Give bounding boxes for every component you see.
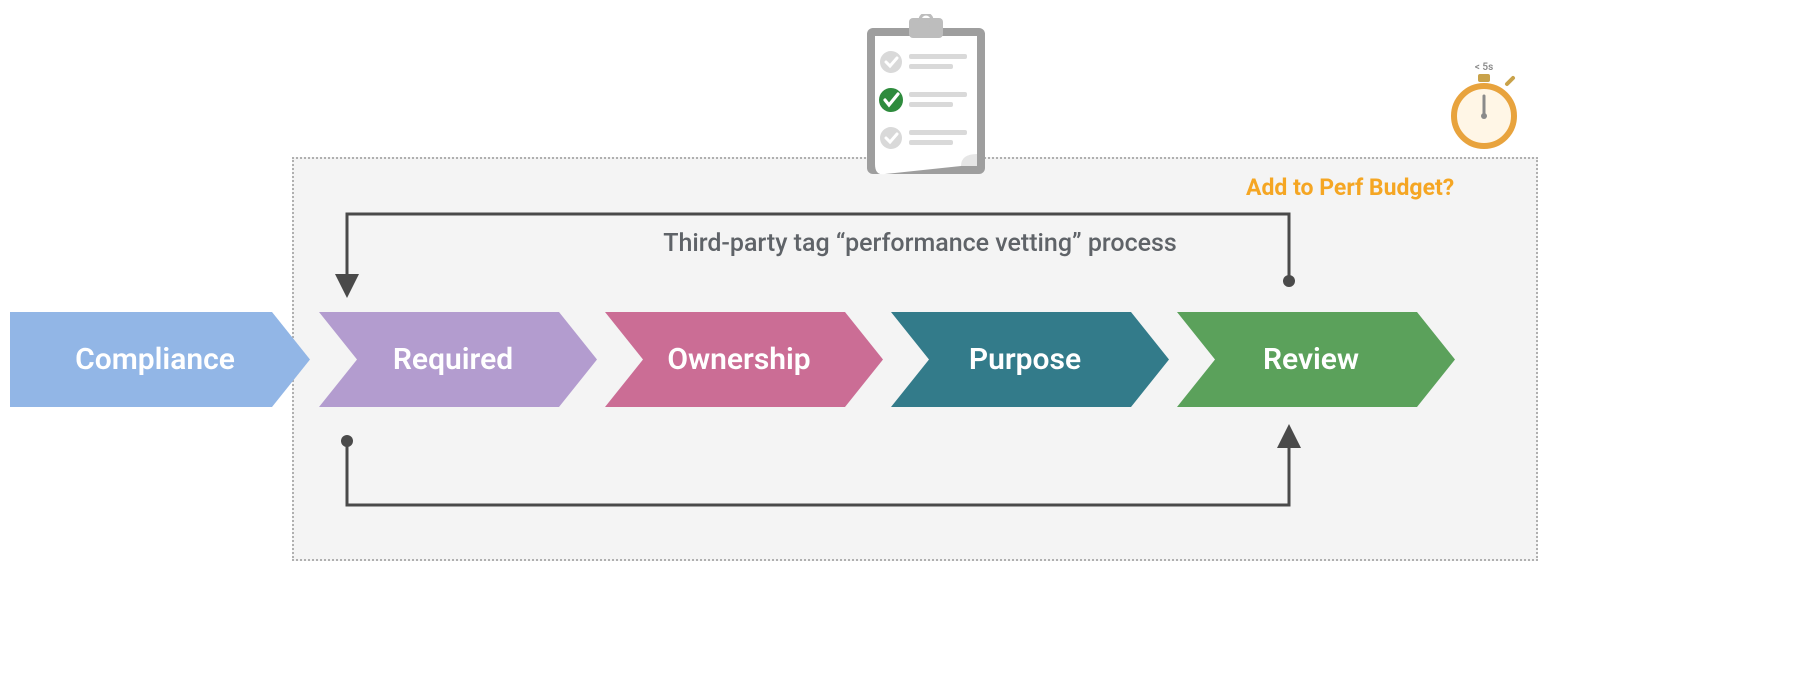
step-purpose: Purpose (891, 312, 1169, 407)
step-label: Ownership (667, 342, 820, 377)
step-label: Required (393, 342, 523, 377)
stopwatch-icon: < 5s (1445, 60, 1523, 150)
checklist-clipboard-icon (861, 14, 991, 184)
diagram-canvas: Third-party tag “performance vetting” pr… (0, 0, 1810, 690)
step-label: Purpose (969, 342, 1091, 377)
step-compliance: Compliance (10, 312, 310, 407)
step-ownership: Ownership (605, 312, 883, 407)
step-required: Required (319, 312, 597, 407)
perf-budget-callout: Add to Perf Budget? (1246, 174, 1454, 201)
stopwatch-label: < 5s (1475, 62, 1493, 73)
step-label: Review (1263, 342, 1369, 377)
process-title: Third-party tag “performance vetting” pr… (560, 229, 1280, 258)
step-review: Review (1177, 312, 1455, 407)
step-label: Compliance (75, 342, 245, 377)
